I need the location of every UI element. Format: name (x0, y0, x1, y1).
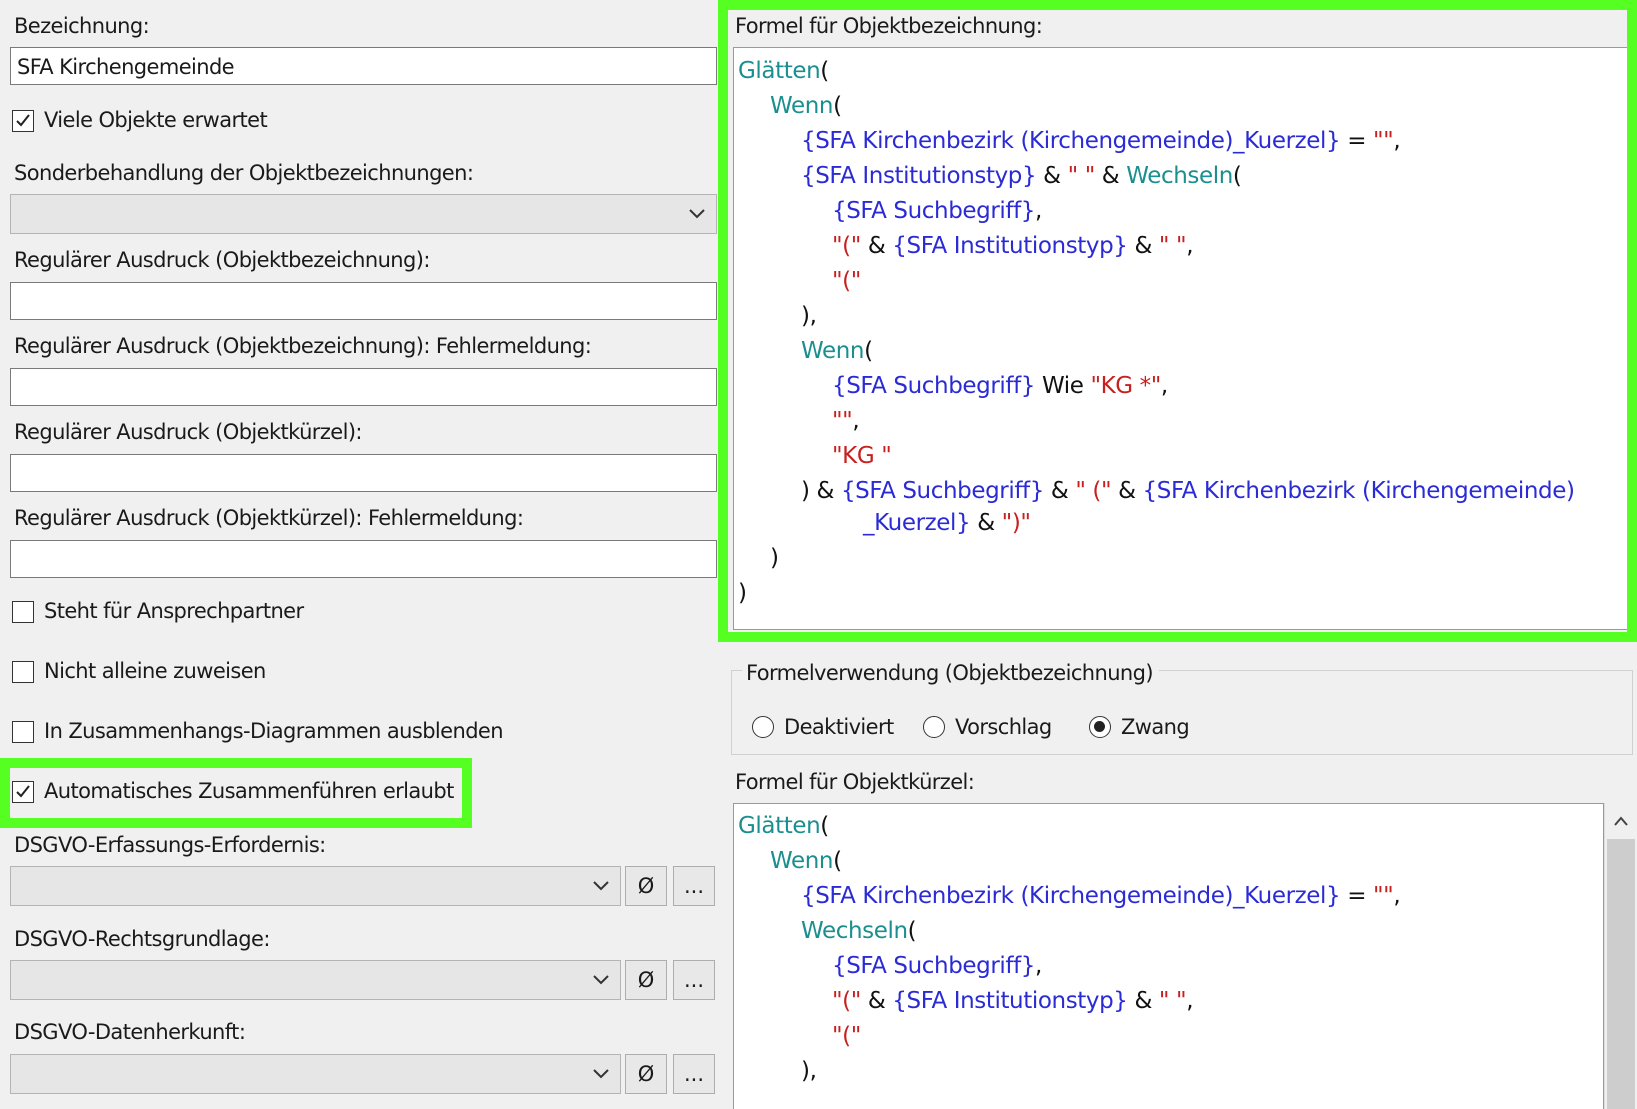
regex-kuerzel-err-label: Regulärer Ausdruck (Objektkürzel): Fehle… (14, 506, 524, 530)
radio-selected-dot (1094, 721, 1105, 732)
radio-vorschlag-label: Vorschlag (955, 715, 1052, 739)
dsgvo-herkunft-select[interactable] (10, 1054, 621, 1094)
dsgvo-erfassung-clear-button[interactable]: Ø (625, 866, 667, 906)
chevron-down-icon (593, 881, 609, 891)
nicht-alleine-label: Nicht alleine zuweisen (44, 659, 266, 683)
formula-line: ), (801, 303, 817, 329)
formula-line: {SFA Institutionstyp} & " " & Wechseln( (801, 163, 1242, 189)
checkmark-icon (16, 114, 30, 127)
regex-bez-err-input[interactable] (10, 368, 717, 406)
dsgvo-erfassung-label: DSGVO-Erfassungs-Erfordernis: (14, 833, 326, 857)
regex-kuerzel-input[interactable] (10, 454, 717, 492)
formula-line: Glätten( (738, 58, 829, 84)
radio-deaktiviert[interactable] (752, 716, 774, 738)
dsgvo-herkunft-more-button[interactable]: ... (673, 1054, 715, 1094)
formula-line: "(" (832, 1023, 861, 1049)
formula-line: _Kuerzel} & ")" (863, 510, 1031, 536)
scroll-up-icon[interactable] (1613, 815, 1629, 827)
formula-line: "(" (832, 268, 861, 294)
formelverwendung-label: Formelverwendung (Objektbezeichnung) (742, 659, 1159, 687)
formula-line: ), (801, 1058, 817, 1084)
ansprechpartner-checkbox[interactable] (12, 601, 34, 623)
formula-line: ) (738, 580, 747, 606)
formula-line: Wechseln( (801, 918, 917, 944)
dsgvo-rechts-clear-button[interactable]: Ø (625, 960, 667, 1000)
formula-line: {SFA Kirchenbezirk (Kirchengemeinde)_Kue… (801, 883, 1401, 909)
formula-line: {SFA Suchbegriff}, (832, 198, 1042, 224)
formula-line: "", (832, 408, 860, 434)
regex-bez-label: Regulärer Ausdruck (Objektbezeichnung): (14, 248, 430, 272)
dsgvo-rechts-label: DSGVO-Rechtsgrundlage: (14, 927, 270, 951)
nicht-alleine-checkbox[interactable] (12, 661, 34, 683)
sonderbehandlung-select[interactable] (10, 194, 717, 234)
radio-vorschlag[interactable] (923, 716, 945, 738)
regex-bez-input[interactable] (10, 282, 717, 320)
dsgvo-rechts-more-button[interactable]: ... (673, 960, 715, 1000)
ansprechpartner-label: Steht für Ansprechpartner (44, 599, 304, 623)
dsgvo-rechts-select[interactable] (10, 960, 621, 1000)
formula-line: "(" & {SFA Institutionstyp} & " ", (832, 233, 1194, 259)
formula-line: "KG " (832, 443, 892, 469)
checkmark-icon (16, 785, 30, 798)
formel-kuerzel-scrollbar[interactable] (1604, 803, 1637, 1109)
radio-zwang[interactable] (1089, 716, 1111, 738)
dsgvo-erfassung-more-button[interactable]: ... (673, 866, 715, 906)
viele-objekte-checkbox[interactable] (12, 110, 34, 132)
dsgvo-herkunft-label: DSGVO-Datenherkunft: (14, 1020, 246, 1044)
regex-kuerzel-label: Regulärer Ausdruck (Objektkürzel): (14, 420, 362, 444)
formula-line: ) & {SFA Suchbegriff} & " (" & {SFA Kirc… (801, 478, 1575, 504)
bezeichnung-value: SFA Kirchengemeinde (17, 55, 235, 79)
formula-line: Glätten( (738, 813, 829, 839)
formel-bez-label: Formel für Objektbezeichnung: (735, 14, 1043, 38)
regex-bez-err-label: Regulärer Ausdruck (Objektbezeichnung): … (14, 334, 592, 358)
dsgvo-herkunft-clear-button[interactable]: Ø (625, 1054, 667, 1094)
bezeichnung-label: Bezeichnung: (14, 14, 150, 38)
formel-kuerzel-editor[interactable]: Glätten( Wenn( {SFA Kirchenbezirk (Kirch… (733, 803, 1604, 1109)
chevron-down-icon (593, 1069, 609, 1079)
formula-line: Wenn( (770, 848, 842, 874)
formula-line: Wenn( (801, 338, 873, 364)
regex-kuerzel-err-input[interactable] (10, 540, 717, 578)
dsgvo-erfassung-select[interactable] (10, 866, 621, 906)
formula-line: {SFA Suchbegriff} Wie "KG *", (832, 373, 1168, 399)
formula-line: "(" & {SFA Institutionstyp} & " ", (832, 988, 1194, 1014)
zusammenhang-checkbox[interactable] (12, 721, 34, 743)
auto-merge-label: Automatisches Zusammenführen erlaubt (44, 779, 454, 803)
viele-objekte-label: Viele Objekte erwartet (44, 108, 268, 132)
formel-bez-editor[interactable]: Glätten( Wenn( {SFA Kirchenbezirk (Kirch… (733, 47, 1629, 630)
radio-zwang-label: Zwang (1121, 715, 1190, 739)
formula-line: ) (770, 545, 779, 571)
auto-merge-checkbox[interactable] (12, 781, 34, 803)
scrollbar-thumb[interactable] (1607, 839, 1635, 1109)
formula-line: Wenn( (770, 93, 842, 119)
zusammenhang-label: In Zusammenhangs-Diagrammen ausblenden (44, 719, 504, 743)
bezeichnung-input[interactable]: SFA Kirchengemeinde (10, 47, 717, 85)
formula-line: {SFA Kirchenbezirk (Kirchengemeinde)_Kue… (801, 128, 1401, 154)
formula-line: {SFA Suchbegriff}, (832, 953, 1042, 979)
formel-kuerzel-label: Formel für Objektkürzel: (735, 770, 975, 794)
radio-deaktiviert-label: Deaktiviert (784, 715, 894, 739)
chevron-down-icon (593, 975, 609, 985)
sonderbehandlung-label: Sonderbehandlung der Objektbezeichnungen… (14, 161, 474, 185)
chevron-down-icon (689, 209, 705, 219)
